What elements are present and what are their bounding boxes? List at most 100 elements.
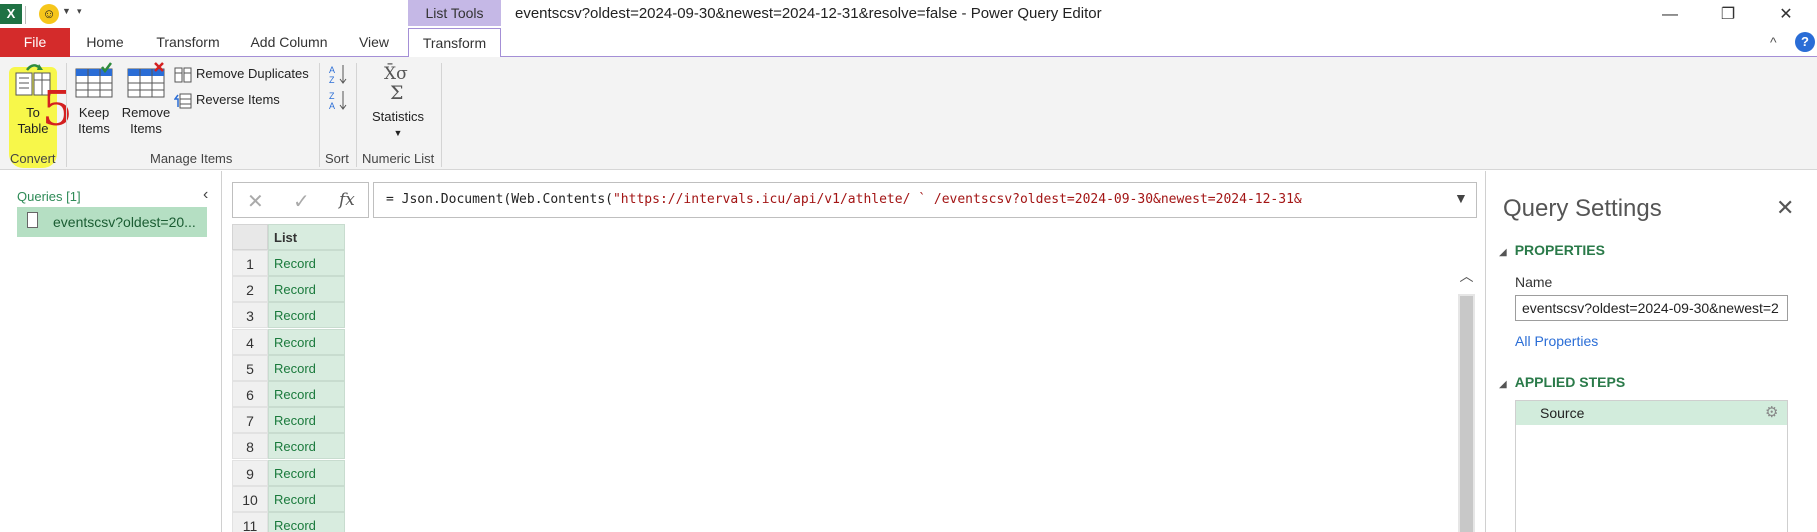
qat-separator [25, 6, 26, 24]
ribbon-tabs: File Home Transform Add Column View Tran… [0, 28, 1817, 58]
commit-formula-icon[interactable]: ✓ [293, 189, 310, 214]
row-number[interactable]: 10 [232, 485, 268, 512]
row-number[interactable]: 3 [232, 302, 268, 329]
close-settings-icon[interactable]: ✕ [1776, 195, 1794, 221]
svg-text:Σ: Σ [390, 82, 403, 104]
sort-ascending-button[interactable]: AZ [328, 63, 350, 88]
power-query-editor: X ☺ ▼ ▾ List Tools eventscsv?oldest=2024… [0, 0, 1817, 532]
group-separator [441, 63, 442, 167]
row-number[interactable]: 5 [232, 354, 268, 381]
applied-steps-header[interactable]: ◢ APPLIED STEPS [1499, 374, 1625, 390]
row-number[interactable]: 1 [232, 250, 268, 276]
record-cell[interactable]: Record [268, 328, 345, 355]
tab-transform[interactable]: Transform [148, 28, 228, 57]
collapse-ribbon-icon[interactable]: ^ [1770, 34, 1777, 50]
query-settings-title: Query Settings [1503, 195, 1662, 222]
keep-items-button[interactable]: Keep Items [72, 61, 116, 137]
queries-pane: Queries [1] ‹ eventscsv?oldest=20... [0, 171, 222, 532]
record-cell[interactable]: Record [268, 512, 345, 532]
group-separator [356, 63, 357, 167]
keep-items-label-1: Keep [78, 105, 110, 120]
row-number[interactable]: 11 [232, 512, 268, 532]
statistics-button[interactable]: X̄σ Σ Statistics ▼ [368, 61, 428, 141]
row-number[interactable]: 4 [232, 328, 268, 355]
scroll-thumb[interactable] [1460, 296, 1473, 532]
formula-input[interactable]: = Json.Document(Web.Contents("https://in… [373, 182, 1477, 218]
restore-button[interactable]: ❐ [1706, 2, 1750, 28]
applied-steps-list: Source ⚙ [1515, 400, 1788, 532]
row-number[interactable]: 8 [232, 433, 268, 460]
collapse-queries-icon[interactable]: ‹ [203, 186, 208, 204]
sort-descending-icon: ZA [329, 91, 347, 111]
record-cell[interactable]: Record [268, 485, 345, 512]
tab-list-transform[interactable]: Transform [408, 28, 501, 58]
feedback-dropdown-icon[interactable]: ▼ [62, 6, 71, 16]
scroll-up-icon[interactable]: ︿ [1458, 258, 1475, 294]
row-number[interactable]: 2 [232, 276, 268, 303]
close-button[interactable]: ✕ [1764, 2, 1808, 28]
reverse-items-icon [173, 93, 192, 109]
name-label: Name [1515, 274, 1553, 290]
grid-corner[interactable] [232, 224, 268, 250]
remove-duplicates-button[interactable]: Remove Duplicates [174, 66, 309, 83]
step-label: Source [1540, 405, 1585, 421]
svg-text:A: A [329, 65, 335, 75]
record-cell[interactable]: Record [268, 459, 345, 486]
cancel-formula-icon[interactable]: ✕ [247, 189, 264, 214]
properties-header[interactable]: ◢ PROPERTIES [1499, 242, 1605, 258]
all-properties-link[interactable]: All Properties [1515, 333, 1598, 349]
fx-icon[interactable]: fx [339, 190, 355, 210]
statistics-dropdown-icon: ▼ [393, 128, 403, 138]
data-grid: List 1 Record 2 Record 3 Record 4 Record 5 Record… [232, 224, 1477, 532]
record-cell[interactable]: Record [268, 302, 345, 329]
record-cell[interactable]: Record [268, 433, 345, 460]
gear-icon[interactable]: ⚙ [1765, 403, 1778, 421]
expand-formula-icon[interactable]: ▼ [1454, 190, 1468, 206]
ribbon: To Table 5 Convert Keep Items Remove Ite… [0, 57, 1817, 170]
statistics-icon: X̄σ Σ [384, 62, 408, 104]
list-query-icon [27, 212, 38, 228]
feedback-smiley-icon[interactable]: ☺ [39, 4, 59, 24]
group-convert-label: Convert [10, 151, 56, 166]
query-item-label: eventscsv?oldest=20... [53, 214, 196, 230]
query-item[interactable]: eventscsv?oldest=20... [17, 207, 207, 237]
row-number[interactable]: 6 [232, 381, 268, 407]
group-manage-items-label: Manage Items [150, 151, 233, 166]
record-cell[interactable]: Record [268, 250, 345, 276]
group-numeric-list-label: Numeric List [362, 151, 435, 166]
collapse-triangle-icon: ◢ [1499, 379, 1507, 390]
qat-customize-icon[interactable]: ▾ [77, 6, 82, 17]
list-tools-context-header: List Tools [408, 0, 501, 26]
applied-steps-header-label: APPLIED STEPS [1514, 374, 1626, 390]
tab-file[interactable]: File [0, 28, 70, 57]
query-name-input[interactable]: eventscsv?oldest=2024-09-30&newest=2 [1515, 295, 1788, 321]
remove-items-icon [127, 62, 165, 98]
sort-ascending-icon: AZ [329, 65, 347, 85]
tab-view[interactable]: View [352, 28, 396, 57]
record-cell[interactable]: Record [268, 407, 345, 434]
remove-items-button[interactable]: Remove Items [120, 61, 172, 137]
svg-text:A: A [329, 101, 335, 111]
record-cell[interactable]: Record [268, 276, 345, 303]
collapse-triangle-icon: ◢ [1499, 247, 1507, 258]
row-number[interactable]: 7 [232, 407, 268, 434]
vertical-scrollbar[interactable]: ︿ [1458, 258, 1475, 532]
keep-items-label-2: Items [78, 121, 110, 136]
record-cell[interactable]: Record [268, 354, 345, 381]
properties-header-label: PROPERTIES [1514, 242, 1605, 258]
query-settings-pane: Query Settings ✕ ◢ PROPERTIES Name events… [1485, 171, 1817, 532]
statistics-label: Statistics [371, 109, 424, 124]
help-icon[interactable]: ? [1795, 32, 1815, 52]
remove-items-label-1: Remove [121, 105, 171, 120]
step-item-source[interactable]: Source ⚙ [1516, 401, 1787, 425]
record-cell[interactable]: Record [268, 381, 345, 407]
reverse-items-button[interactable]: Reverse Items [173, 92, 280, 109]
remove-duplicates-label: Remove Duplicates [196, 66, 309, 81]
tab-add-column[interactable]: Add Column [244, 28, 334, 57]
sort-descending-button[interactable]: ZA [328, 89, 350, 114]
group-separator [319, 63, 320, 167]
column-header-list[interactable]: List [268, 224, 345, 250]
minimize-button[interactable]: — [1648, 2, 1692, 28]
row-number[interactable]: 9 [232, 459, 268, 486]
tab-home[interactable]: Home [76, 28, 134, 57]
